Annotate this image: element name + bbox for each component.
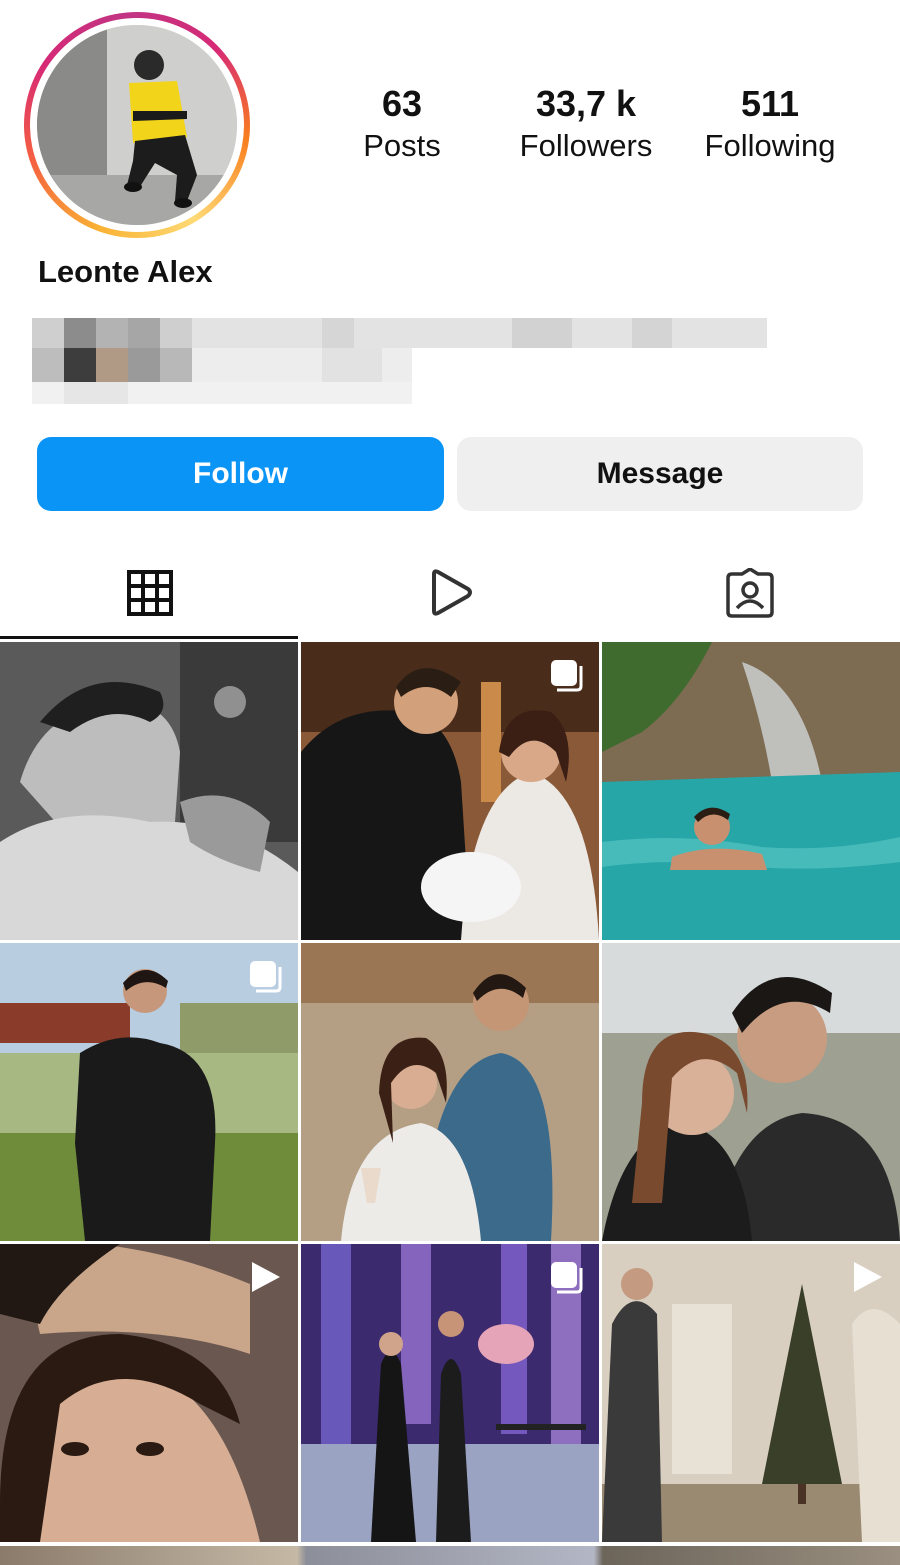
tab-posts-grid[interactable] bbox=[0, 545, 300, 641]
post-tile[interactable] bbox=[301, 1244, 599, 1542]
follow-button[interactable]: Follow bbox=[37, 437, 444, 511]
tab-tagged[interactable] bbox=[600, 545, 900, 641]
tagged-person-icon bbox=[726, 568, 774, 618]
post-tile[interactable] bbox=[301, 943, 599, 1241]
following-value: 511 bbox=[740, 83, 800, 124]
posts-grid bbox=[0, 642, 900, 1565]
post-tile[interactable] bbox=[0, 1244, 298, 1542]
post-tile[interactable] bbox=[0, 642, 298, 940]
carousel-icon bbox=[250, 961, 282, 993]
posts-label: Posts bbox=[363, 128, 441, 163]
carousel-icon bbox=[551, 660, 583, 692]
post-photo bbox=[602, 943, 900, 1241]
bio-redacted bbox=[32, 318, 767, 404]
reel-icon bbox=[252, 1262, 280, 1292]
profile-username: Leonte Alex bbox=[38, 254, 213, 289]
reels-play-icon bbox=[432, 569, 472, 616]
next-row-peek bbox=[0, 1546, 900, 1565]
post-photo bbox=[301, 943, 599, 1241]
tab-reels[interactable] bbox=[300, 545, 600, 641]
posts-count[interactable]: 63 Posts bbox=[302, 82, 502, 166]
post-tile[interactable] bbox=[301, 642, 599, 940]
profile-avatar[interactable] bbox=[37, 25, 237, 225]
following-count[interactable]: 511 Following bbox=[670, 82, 870, 166]
profile-header: 63 Posts 33,7 k Followers 511 Following … bbox=[0, 0, 900, 545]
profile-tabs bbox=[0, 545, 900, 641]
grid-icon bbox=[127, 570, 173, 616]
carousel-icon bbox=[551, 1262, 583, 1294]
followers-label: Followers bbox=[519, 128, 653, 163]
message-button[interactable]: Message bbox=[457, 437, 863, 511]
following-label: Following bbox=[704, 128, 836, 163]
avatar-photo bbox=[37, 25, 237, 225]
post-tile[interactable] bbox=[602, 642, 900, 940]
post-tile[interactable] bbox=[602, 943, 900, 1241]
reel-icon bbox=[854, 1262, 882, 1292]
post-photo bbox=[602, 642, 900, 940]
active-tab-indicator bbox=[0, 636, 298, 639]
story-ring[interactable] bbox=[24, 12, 250, 238]
followers-value: 33,7 k bbox=[535, 83, 637, 124]
posts-value: 63 bbox=[381, 83, 423, 124]
followers-count[interactable]: 33,7 k Followers bbox=[486, 82, 686, 166]
post-tile[interactable] bbox=[602, 1244, 900, 1542]
post-photo bbox=[0, 642, 298, 940]
post-tile[interactable] bbox=[0, 943, 298, 1241]
